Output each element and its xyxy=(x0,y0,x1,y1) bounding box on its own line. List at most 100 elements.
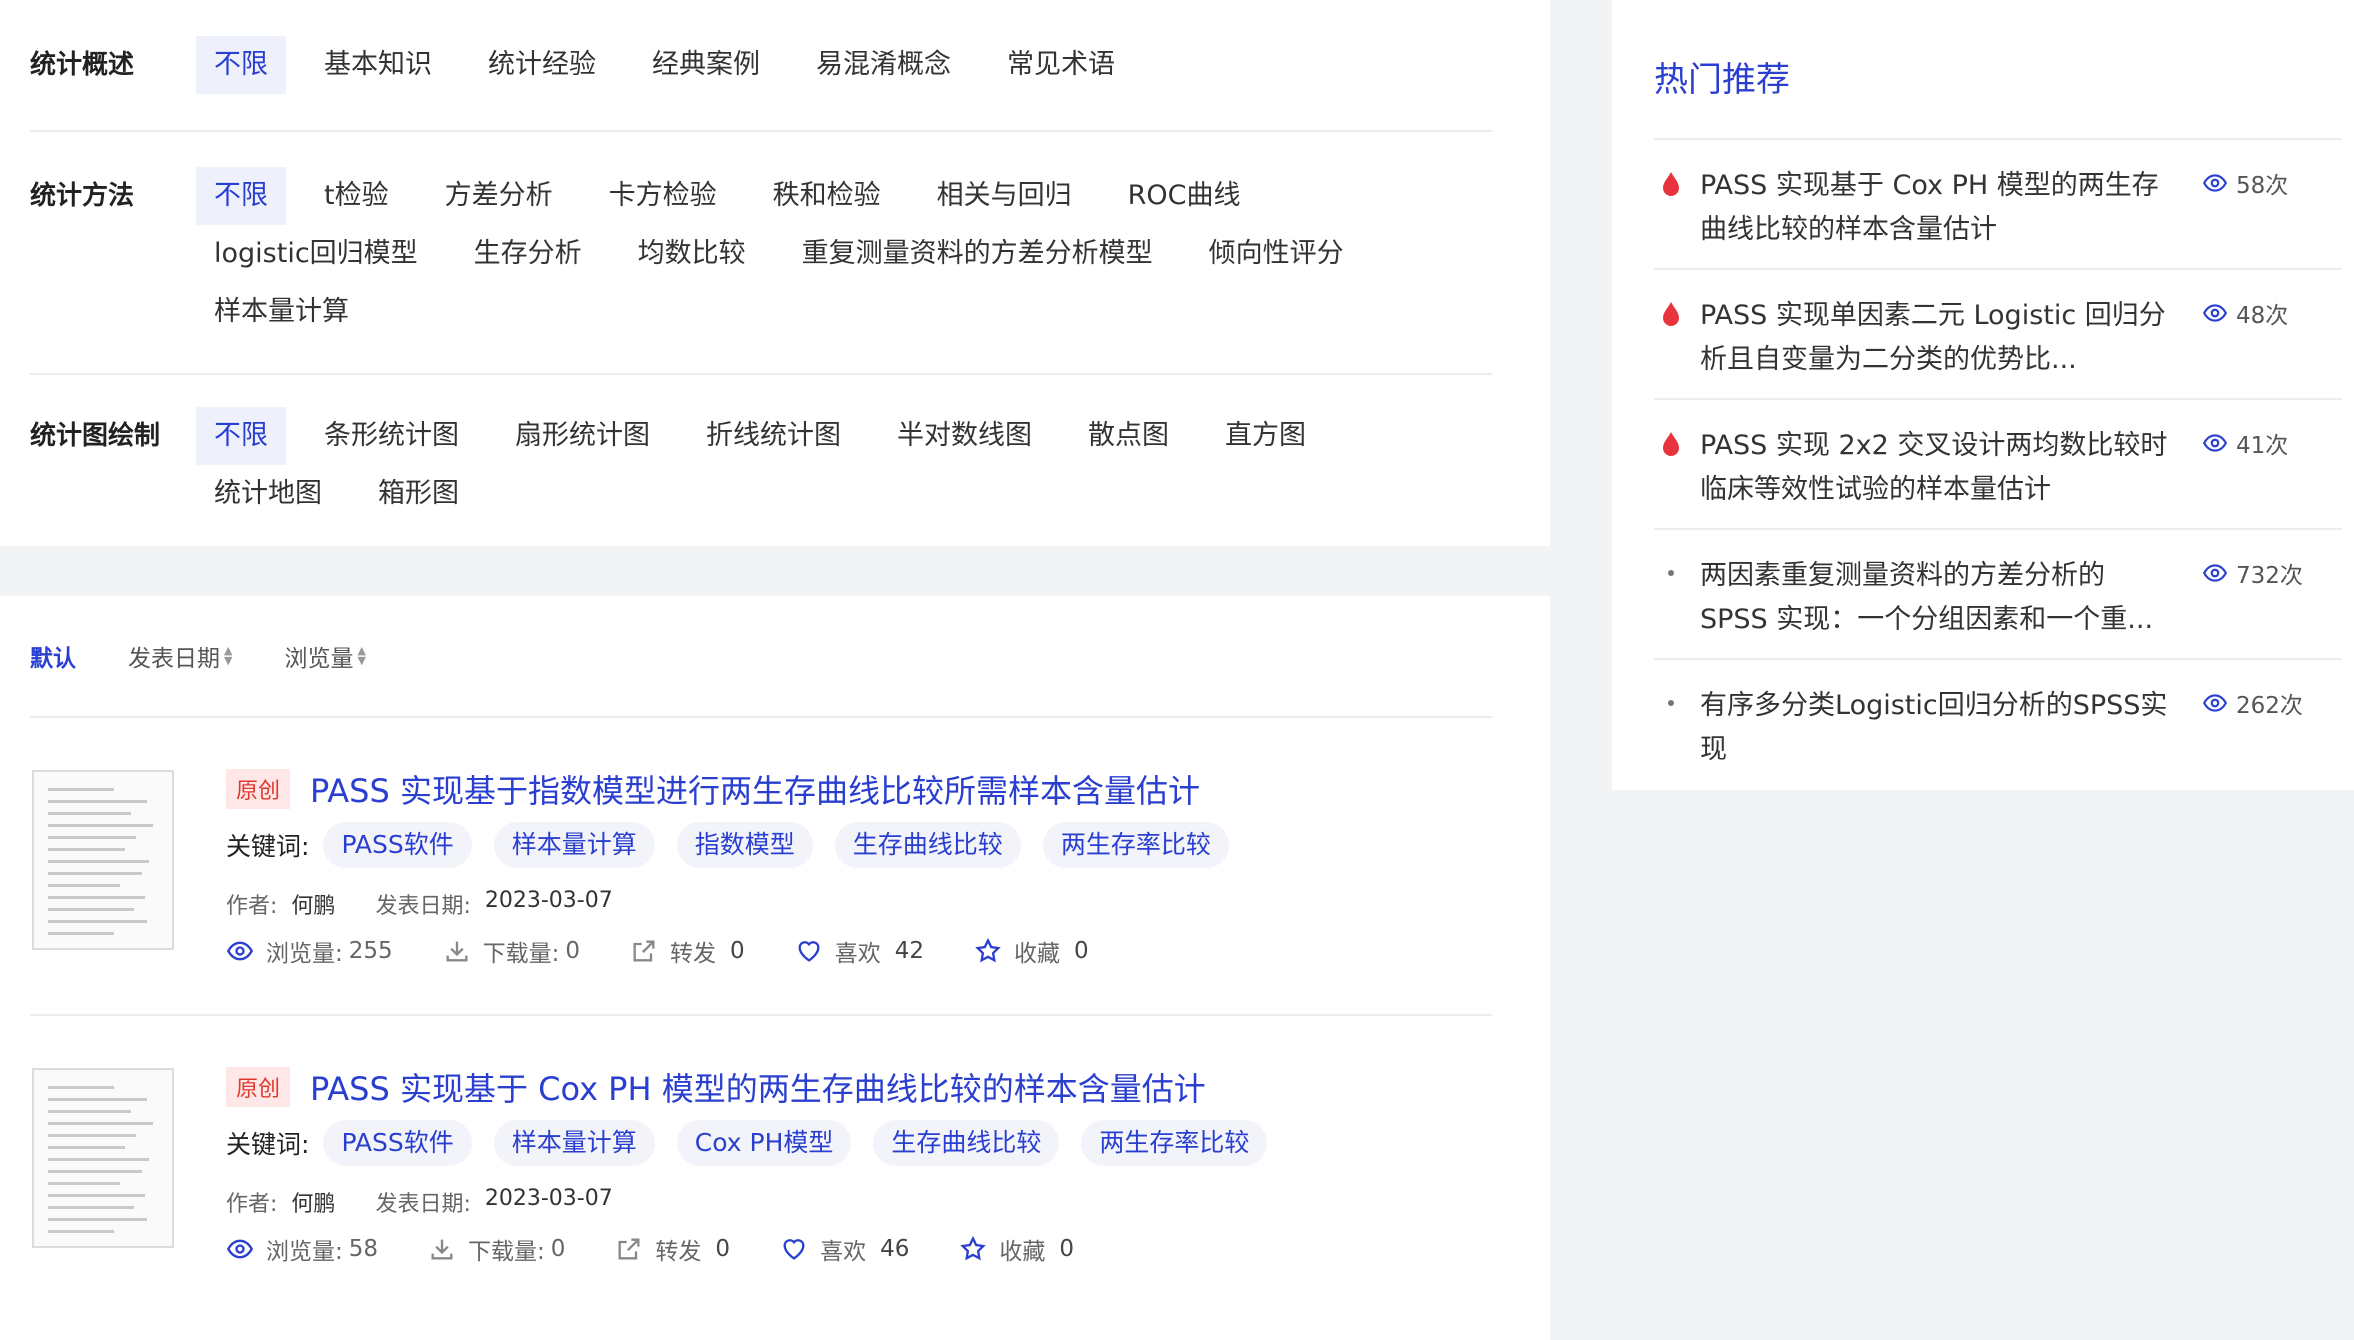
keyword-tag[interactable]: 两生存率比较 xyxy=(1042,822,1229,868)
keyword-tag[interactable]: 生存曲线比较 xyxy=(834,822,1021,868)
stat-views[interactable]: 浏览量: 255 xyxy=(226,934,393,968)
thumbnail-line xyxy=(48,884,120,887)
filter-option[interactable]: 卡方检验 xyxy=(591,167,735,225)
filter-option[interactable]: 折线统计图 xyxy=(688,407,859,465)
filter-option[interactable]: 常见术语 xyxy=(989,36,1133,94)
filter-label: 统计方法 xyxy=(30,181,135,211)
eye-icon xyxy=(226,1235,254,1263)
hot-item-title[interactable]: PASS 实现基于 Cox PH 模型的两生存曲线比较的样本含量估计 xyxy=(1700,164,2180,252)
thumbnail-line xyxy=(48,1170,142,1173)
hot-item-title[interactable]: 有序多分类Logistic回归分析的SPSS实现 xyxy=(1700,684,2180,772)
filter-option[interactable]: 重复测量资料的方差分析模型 xyxy=(784,225,1171,283)
hot-item-view-count: 732次 xyxy=(2236,563,2303,589)
eye-icon xyxy=(2202,170,2228,196)
stat-label: 收藏 xyxy=(999,1239,1046,1265)
star-icon xyxy=(959,1235,987,1263)
hot-item-title[interactable]: PASS 实现单因素二元 Logistic 回归分析且自变量为二分类的优势比..… xyxy=(1700,294,2180,382)
divider xyxy=(30,373,1492,375)
filter-option[interactable]: 不限 xyxy=(196,36,286,94)
eye-icon xyxy=(2202,300,2228,326)
keyword-tag[interactable]: 生存曲线比较 xyxy=(873,1120,1060,1166)
author-name: 何鹏 xyxy=(291,1192,336,1217)
author-name: 何鹏 xyxy=(291,894,336,919)
filter-option[interactable]: 不限 xyxy=(196,167,286,225)
keyword-tag[interactable]: 样本量计算 xyxy=(493,822,655,868)
keyword-tag[interactable]: PASS软件 xyxy=(323,822,472,868)
stat-likes[interactable]: 喜欢 42 xyxy=(795,934,924,968)
hot-recommend-sidebar: 热门推荐 PASS 实现基于 Cox PH 模型的两生存曲线比较的样本含量估计 5… xyxy=(1612,0,2354,790)
stat-shares[interactable]: 转发 0 xyxy=(630,934,745,968)
thumbnail-line xyxy=(48,932,114,935)
filter-option[interactable]: 生存分析 xyxy=(456,225,600,283)
stat-label: 转发 xyxy=(655,1239,702,1265)
bullet-dot xyxy=(1668,570,1674,576)
filter-option[interactable]: 倾向性评分 xyxy=(1191,225,1362,283)
filter-row-charts: 统计图绘制 不限 条形统计图 扇形统计图 折线统计图 半对数线图 散点图 直方图 统计地图 箱形图 xyxy=(30,407,1492,523)
sort-by-views[interactable]: 浏览量 ▲ ▼ xyxy=(284,639,365,673)
hot-item-views: 48次 xyxy=(2202,296,2288,330)
keyword-tag[interactable]: 两生存率比较 xyxy=(1081,1120,1268,1166)
article-title-link[interactable]: PASS 实现基于 Cox PH 模型的两生存曲线比较的样本含量估计 xyxy=(310,1064,1206,1110)
filter-option[interactable]: logistic回归模型 xyxy=(196,225,436,283)
stat-value: 46 xyxy=(880,1236,910,1262)
keyword-tag[interactable]: 指数模型 xyxy=(676,822,813,868)
thumbnail-line xyxy=(48,848,125,851)
stat-shares[interactable]: 转发 0 xyxy=(615,1232,730,1266)
hot-item-view-count: 262次 xyxy=(2236,693,2303,719)
publish-date: 2023-03-07 xyxy=(484,888,613,913)
stat-downloads[interactable]: 下载量: 0 xyxy=(443,934,580,968)
filter-option[interactable]: 不限 xyxy=(196,407,286,465)
filter-option[interactable]: 箱形图 xyxy=(360,465,477,523)
stat-views[interactable]: 浏览量: 58 xyxy=(226,1232,378,1266)
hot-item-views: 262次 xyxy=(2202,686,2303,720)
thumbnail-line xyxy=(48,1086,114,1089)
stat-downloads[interactable]: 下载量: 0 xyxy=(428,1232,565,1266)
stat-favorites[interactable]: 收藏 0 xyxy=(959,1232,1074,1266)
hot-item-views: 732次 xyxy=(2202,556,2303,590)
filter-option[interactable]: 直方图 xyxy=(1207,407,1324,465)
sort-by-date[interactable]: 发表日期 ▲ ▼ xyxy=(128,639,232,673)
hot-item-title[interactable]: PASS 实现 2x2 交叉设计两均数比较时临床等效性试验的样本量估计 xyxy=(1700,424,2180,512)
stat-favorites[interactable]: 收藏 0 xyxy=(974,934,1089,968)
filter-option[interactable]: 散点图 xyxy=(1070,407,1187,465)
stat-value: 42 xyxy=(894,938,924,964)
keyword-tag[interactable]: 样本量计算 xyxy=(493,1120,655,1166)
thumbnail-line xyxy=(48,1230,114,1233)
filter-option[interactable]: 易混淆概念 xyxy=(798,36,969,94)
filter-option[interactable]: 秩和检验 xyxy=(755,167,899,225)
download-icon xyxy=(428,1235,456,1263)
filter-option[interactable]: 经典案例 xyxy=(634,36,778,94)
divider xyxy=(30,130,1492,132)
filter-option[interactable]: t检验 xyxy=(306,167,407,225)
heart-icon xyxy=(780,1235,808,1263)
eye-icon xyxy=(2202,560,2228,586)
download-icon xyxy=(443,937,471,965)
share-icon xyxy=(630,937,658,965)
stat-likes[interactable]: 喜欢 46 xyxy=(780,1232,909,1266)
keyword-tag[interactable]: Cox PH模型 xyxy=(676,1120,852,1166)
filter-option[interactable]: 均数比较 xyxy=(620,225,764,283)
hot-item: PASS 实现基于 Cox PH 模型的两生存曲线比较的样本含量估计 58次 xyxy=(1654,140,2342,270)
hot-flame-icon xyxy=(1660,170,1682,198)
filter-option[interactable]: 样本量计算 xyxy=(196,283,367,341)
bullet-dot xyxy=(1668,700,1674,706)
filter-option[interactable]: 方差分析 xyxy=(427,167,571,225)
sort-default[interactable]: 默认 xyxy=(30,639,76,673)
filter-option[interactable]: 扇形统计图 xyxy=(497,407,668,465)
filter-option[interactable]: 基本知识 xyxy=(306,36,450,94)
sort-caret-icon: ▲ ▼ xyxy=(224,644,233,667)
date-label: 发表日期: xyxy=(375,1192,471,1217)
filter-option[interactable]: 统计地图 xyxy=(196,465,340,523)
article-meta: 作者: 何鹏 发表日期: 2023-03-07 xyxy=(226,888,653,920)
filter-option[interactable]: ROC曲线 xyxy=(1110,167,1259,225)
article-thumbnail[interactable] xyxy=(32,1068,174,1248)
filter-option[interactable]: 条形统计图 xyxy=(306,407,477,465)
filter-option[interactable]: 相关与回归 xyxy=(919,167,1090,225)
filter-option[interactable]: 半对数线图 xyxy=(879,407,1050,465)
keyword-tag[interactable]: PASS软件 xyxy=(323,1120,472,1166)
filter-option[interactable]: 统计经验 xyxy=(470,36,614,94)
hot-item-title[interactable]: 两因素重复测量资料的方差分析的 SPSS 实现：一个分组因素和一个重... xyxy=(1700,554,2180,642)
thumbnail-line xyxy=(48,1098,147,1101)
article-title-link[interactable]: PASS 实现基于指数模型进行两生存曲线比较所需样本含量估计 xyxy=(310,766,1200,812)
article-thumbnail[interactable] xyxy=(32,770,174,950)
